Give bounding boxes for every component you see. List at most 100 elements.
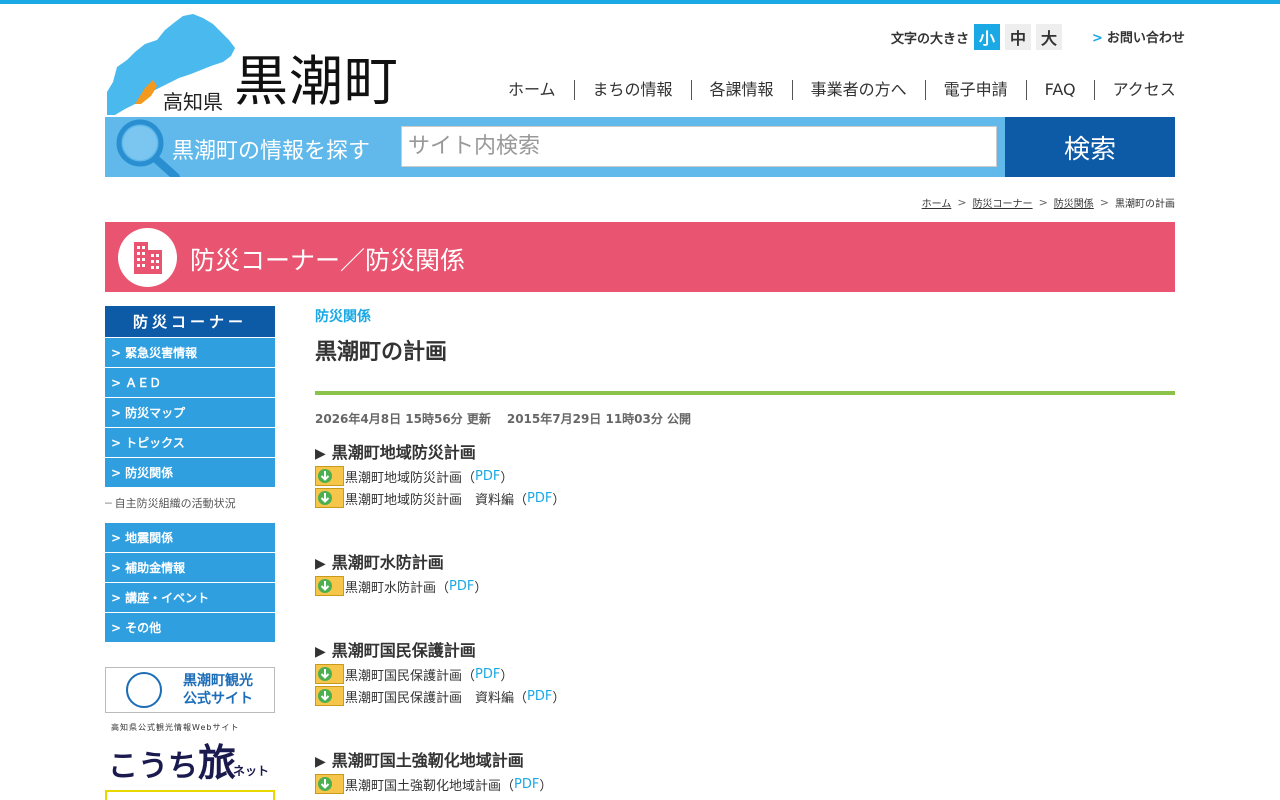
breadcrumb-separator: > <box>1099 196 1109 209</box>
breadcrumb-disaster-related[interactable]: 防災関係 <box>1054 195 1094 210</box>
pdf-link[interactable]: PDF <box>475 469 500 484</box>
contact-link[interactable]: > お問い合わせ <box>1092 27 1185 46</box>
font-size-large-button[interactable]: 大 <box>1036 24 1063 50</box>
sidebar-item-label: 地震関係 <box>125 531 174 545</box>
page-dates: 2026年4月8日 15時56分 更新 2015年7月29日 11時03分 公開 <box>315 410 1175 427</box>
pdf-link[interactable]: PDF <box>475 667 500 682</box>
sidebar-item-label: その他 <box>125 621 162 635</box>
file-link-row[interactable]: 黒潮町国民保護計画（PDF） <box>315 663 1175 685</box>
search-button[interactable]: 検索 <box>1005 117 1175 177</box>
tourism-banner-line2: 公式サイト <box>183 691 253 707</box>
dash-icon: ─ <box>105 497 112 510</box>
sidebar-item-emergency[interactable]: > 緊急災害情報 <box>105 337 275 367</box>
file-link-row[interactable]: 黒潮町国土強靭化地域計画（PDF） <box>315 773 1175 795</box>
main-content: 防災関係 黒潮町の計画 2026年4月8日 15時56分 更新 2015年7月29… <box>315 306 1175 795</box>
chevron-right-icon: > <box>111 561 122 575</box>
paren-close: ） <box>552 492 566 508</box>
tabi-banner-title: こうち旅 <box>108 732 236 787</box>
sidebar-item-topics[interactable]: > トピックス <box>105 427 275 457</box>
nav-town-info[interactable]: まちの情報 <box>573 80 691 100</box>
nav-faq[interactable]: FAQ <box>1025 80 1094 100</box>
nav-access[interactable]: アクセス <box>1093 80 1176 100</box>
sidebar-item-other[interactable]: > その他 <box>105 612 275 642</box>
section-heading-text: 黒潮町地域防災計画 <box>331 443 476 462</box>
sidebar-item-label: 補助金情報 <box>125 561 186 575</box>
contact-label: お問い合わせ <box>1106 31 1185 46</box>
partial-banner[interactable] <box>105 790 275 800</box>
kochi-tabi-net-banner[interactable]: 高知県公式観光情報Webサイト こうち旅 ネット <box>105 722 275 785</box>
nav-e-application[interactable]: 電子申請 <box>924 80 1026 100</box>
pdf-link[interactable]: PDF <box>514 777 539 792</box>
breadcrumb-disaster-corner[interactable]: 防災コーナー <box>973 195 1033 210</box>
sidebar-item-aed[interactable]: > ＡＥＤ <box>105 367 275 397</box>
sidebar-item-disaster-related[interactable]: > 防災関係 <box>105 457 275 487</box>
file-link-row[interactable]: 黒潮町水防計画（PDF） <box>315 575 1175 597</box>
sidebar-item-events[interactable]: > 講座・イベント <box>105 582 275 612</box>
file-name: 黒潮町地域防災計画 <box>345 470 463 486</box>
nav-business[interactable]: 事業者の方へ <box>791 80 925 100</box>
pdf-link[interactable]: PDF <box>527 491 552 506</box>
breadcrumb-home[interactable]: ホーム <box>922 195 952 210</box>
tabi-banner-title-kana: こうち <box>108 749 198 784</box>
chevron-right-icon: > <box>111 376 122 390</box>
page-category-link[interactable]: 防災関係 <box>315 306 1175 326</box>
file-link-row[interactable]: 黒潮町地域防災計画（PDF） <box>315 465 1175 487</box>
title-divider <box>315 391 1175 395</box>
category-title: 防災コーナー／防災関係 <box>190 246 466 275</box>
sidebar-item-label: 緊急災害情報 <box>125 346 198 360</box>
breadcrumb: ホーム > 防災コーナー > 防災関係 > 黒潮町の計画 <box>922 195 1175 210</box>
file-name: 黒潮町国民保護計画 <box>345 668 463 684</box>
plan-section: ▶ 黒潮町地域防災計画 黒潮町地域防災計画（PDF） 黒潮町地域防災計画 資料編（… <box>315 441 1175 509</box>
section-heading: ▶ 黒潮町国土強靭化地域計画 <box>315 749 1175 773</box>
sidebar-item-disaster-map[interactable]: > 防災マップ <box>105 397 275 427</box>
sidebar-item-label: 防災マップ <box>125 406 186 420</box>
breadcrumb-separator: > <box>1038 196 1048 209</box>
section-heading: ▶ 黒潮町水防計画 <box>315 551 1175 575</box>
plan-section: ▶ 黒潮町国土強靭化地域計画 黒潮町国土強靭化地域計画（PDF） <box>315 749 1175 795</box>
nav-home[interactable]: ホーム <box>490 80 574 100</box>
font-size-label: 文字の大きさ <box>891 31 970 47</box>
paren-open: （ <box>462 668 476 684</box>
updated-date: 2026年4月8日 15時56分 更新 <box>315 412 491 426</box>
logo-prefecture: 高知県 <box>163 90 223 114</box>
paren-close: ） <box>474 580 488 596</box>
chevron-right-icon: > <box>1092 31 1103 46</box>
file-link-row[interactable]: 黒潮町国民保護計画 資料編（PDF） <box>315 685 1175 707</box>
paren-close: ） <box>552 690 566 706</box>
breadcrumb-current: 黒潮町の計画 <box>1115 199 1175 210</box>
chevron-right-icon: > <box>111 346 122 360</box>
file-link-row[interactable]: 黒潮町地域防災計画 資料編（PDF） <box>315 487 1175 509</box>
search-label: 黒潮町の情報を探す <box>172 139 371 164</box>
file-name: 黒潮町国民保護計画 資料編 <box>345 690 515 706</box>
paren-close: ） <box>500 668 514 684</box>
global-nav: ホーム まちの情報 各課情報 事業者の方へ 電子申請 FAQ アクセス <box>490 79 1176 101</box>
logo-town-name[interactable]: 黒潮町 <box>234 50 399 114</box>
pdf-link[interactable]: PDF <box>527 689 552 704</box>
published-date: 2015年7月29日 11時03分 公開 <box>506 412 692 426</box>
search-input[interactable] <box>401 126 997 167</box>
file-name: 黒潮町国土強靭化地域計画 <box>345 778 502 794</box>
triangle-right-icon: ▶ <box>315 754 326 770</box>
tourism-site-banner[interactable]: 黒潮町観光 公式サイト <box>105 667 275 713</box>
download-icon <box>315 664 344 684</box>
download-icon <box>315 466 344 486</box>
paren-open: （ <box>514 690 528 706</box>
chevron-right-icon: > <box>111 436 122 450</box>
sidebar: 防災コーナー > 緊急災害情報 > ＡＥＤ > 防災マップ > トピックス > 防災関係 … <box>105 306 275 642</box>
font-size-medium-button[interactable]: 中 <box>1005 24 1032 50</box>
sidebar-item-earthquake[interactable]: > 地震関係 <box>105 522 275 552</box>
page-title: 黒潮町の計画 <box>315 340 448 365</box>
paren-open: （ <box>462 470 476 486</box>
triangle-right-icon: ▶ <box>315 446 326 462</box>
download-icon <box>315 488 344 508</box>
plan-section: ▶ 黒潮町国民保護計画 黒潮町国民保護計画（PDF） 黒潮町国民保護計画 資料編（… <box>315 639 1175 707</box>
section-heading-text: 黒潮町国土強靭化地域計画 <box>331 751 524 770</box>
sidebar-subitem-voluntary-org[interactable]: ─ 自主防災組織の活動状況 <box>105 487 275 522</box>
nav-departments[interactable]: 各課情報 <box>690 80 792 100</box>
tabi-banner-net: ネット <box>233 764 270 778</box>
pdf-link[interactable]: PDF <box>449 579 474 594</box>
sidebar-item-subsidy[interactable]: > 補助金情報 <box>105 552 275 582</box>
category-banner: 防災コーナー／防災関係 <box>105 222 1175 292</box>
kuroshio-logo-icon <box>126 672 162 708</box>
font-size-small-button[interactable]: 小 <box>974 24 1001 50</box>
